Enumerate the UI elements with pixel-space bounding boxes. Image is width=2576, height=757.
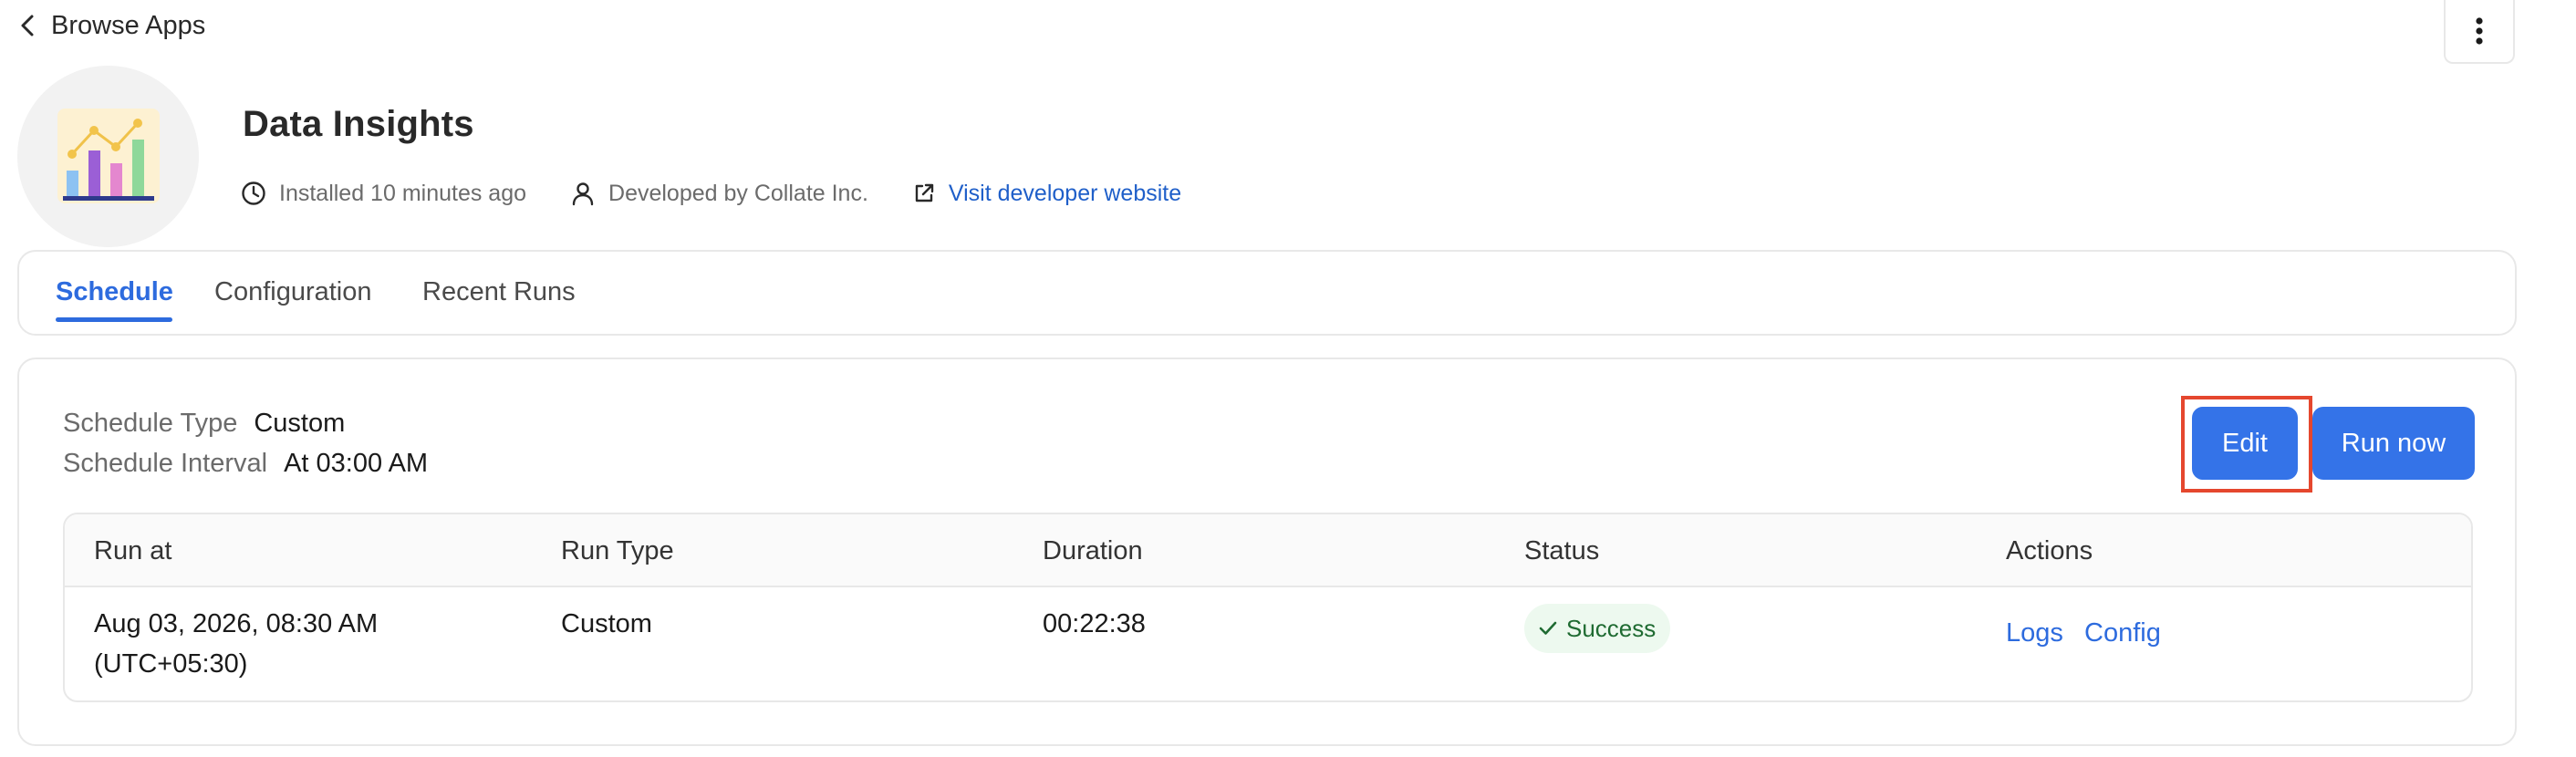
app-meta: Installed 10 minutes ago Developed by Co… [241,175,1181,212]
schedule-interval: Schedule Interval At 03:00 AM [63,449,428,479]
installed-info: Installed 10 minutes ago [241,181,526,207]
back-to-browse-apps[interactable]: Browse Apps [18,7,205,44]
schedule-panel: Schedule Type Custom Schedule Interval A… [17,358,2517,746]
status-text: Success [1566,614,1657,642]
column-header-status: Status [1524,536,1600,565]
developer-info: Developed by Collate Inc. [570,181,868,207]
edit-button[interactable]: Edit [2192,407,2298,480]
external-link-icon [915,183,934,202]
column-header-duration: Duration [1043,536,1143,565]
tab-recent-runs[interactable]: Recent Runs [422,277,576,307]
developer-website-text: Visit developer website [948,180,1182,206]
run-now-button[interactable]: Run now [2312,407,2475,480]
back-label: Browse Apps [51,10,206,40]
logs-link[interactable]: Logs [2006,618,2063,648]
table-header: Run at Run Type Duration Status Actions [65,514,2471,587]
chevron-left-icon [21,15,34,36]
more-options-button[interactable] [2444,0,2515,64]
tab-schedule[interactable]: Schedule [56,277,173,307]
app-logo [17,66,199,247]
cell-duration: 00:22:38 [1043,609,1146,638]
cell-run-at: Aug 03, 2026, 08:30 AM (UTC+05:30) [94,604,378,684]
config-link[interactable]: Config [2084,618,2161,648]
column-header-run-at: Run at [94,536,172,565]
installed-text: Installed 10 minutes ago [279,180,527,206]
user-icon [572,182,594,206]
app-title: Data Insights [243,104,474,144]
developer-text: Developed by Collate Inc. [608,180,868,206]
developer-website-link[interactable]: Visit developer website [912,181,1181,207]
cell-run-type: Custom [561,609,652,638]
bar-chart-app-icon [57,108,160,203]
check-icon [1539,621,1557,635]
tabs-bar: Schedule Configuration Recent Runs [17,250,2517,336]
active-tab-indicator [56,317,172,322]
runs-table: Run at Run Type Duration Status Actions … [63,513,2473,702]
schedule-type-value: Custom [254,409,346,438]
schedule-interval-value: At 03:00 AM [284,449,429,478]
clock-icon [242,181,265,205]
run-at-timezone: (UTC+05:30) [94,649,248,679]
table-row: Aug 03, 2026, 08:30 AM (UTC+05:30) Custo… [65,587,2471,700]
tab-configuration[interactable]: Configuration [214,277,372,307]
status-badge: Success [1524,604,1671,653]
kebab-menu-icon [2476,17,2483,45]
column-header-actions: Actions [2006,536,2093,565]
run-at-datetime: Aug 03, 2026, 08:30 AM [94,609,379,638]
schedule-type-label: Schedule Type [63,409,238,438]
column-header-run-type: Run Type [561,536,674,565]
schedule-interval-label: Schedule Interval [63,449,268,478]
schedule-type: Schedule Type Custom [63,409,345,439]
